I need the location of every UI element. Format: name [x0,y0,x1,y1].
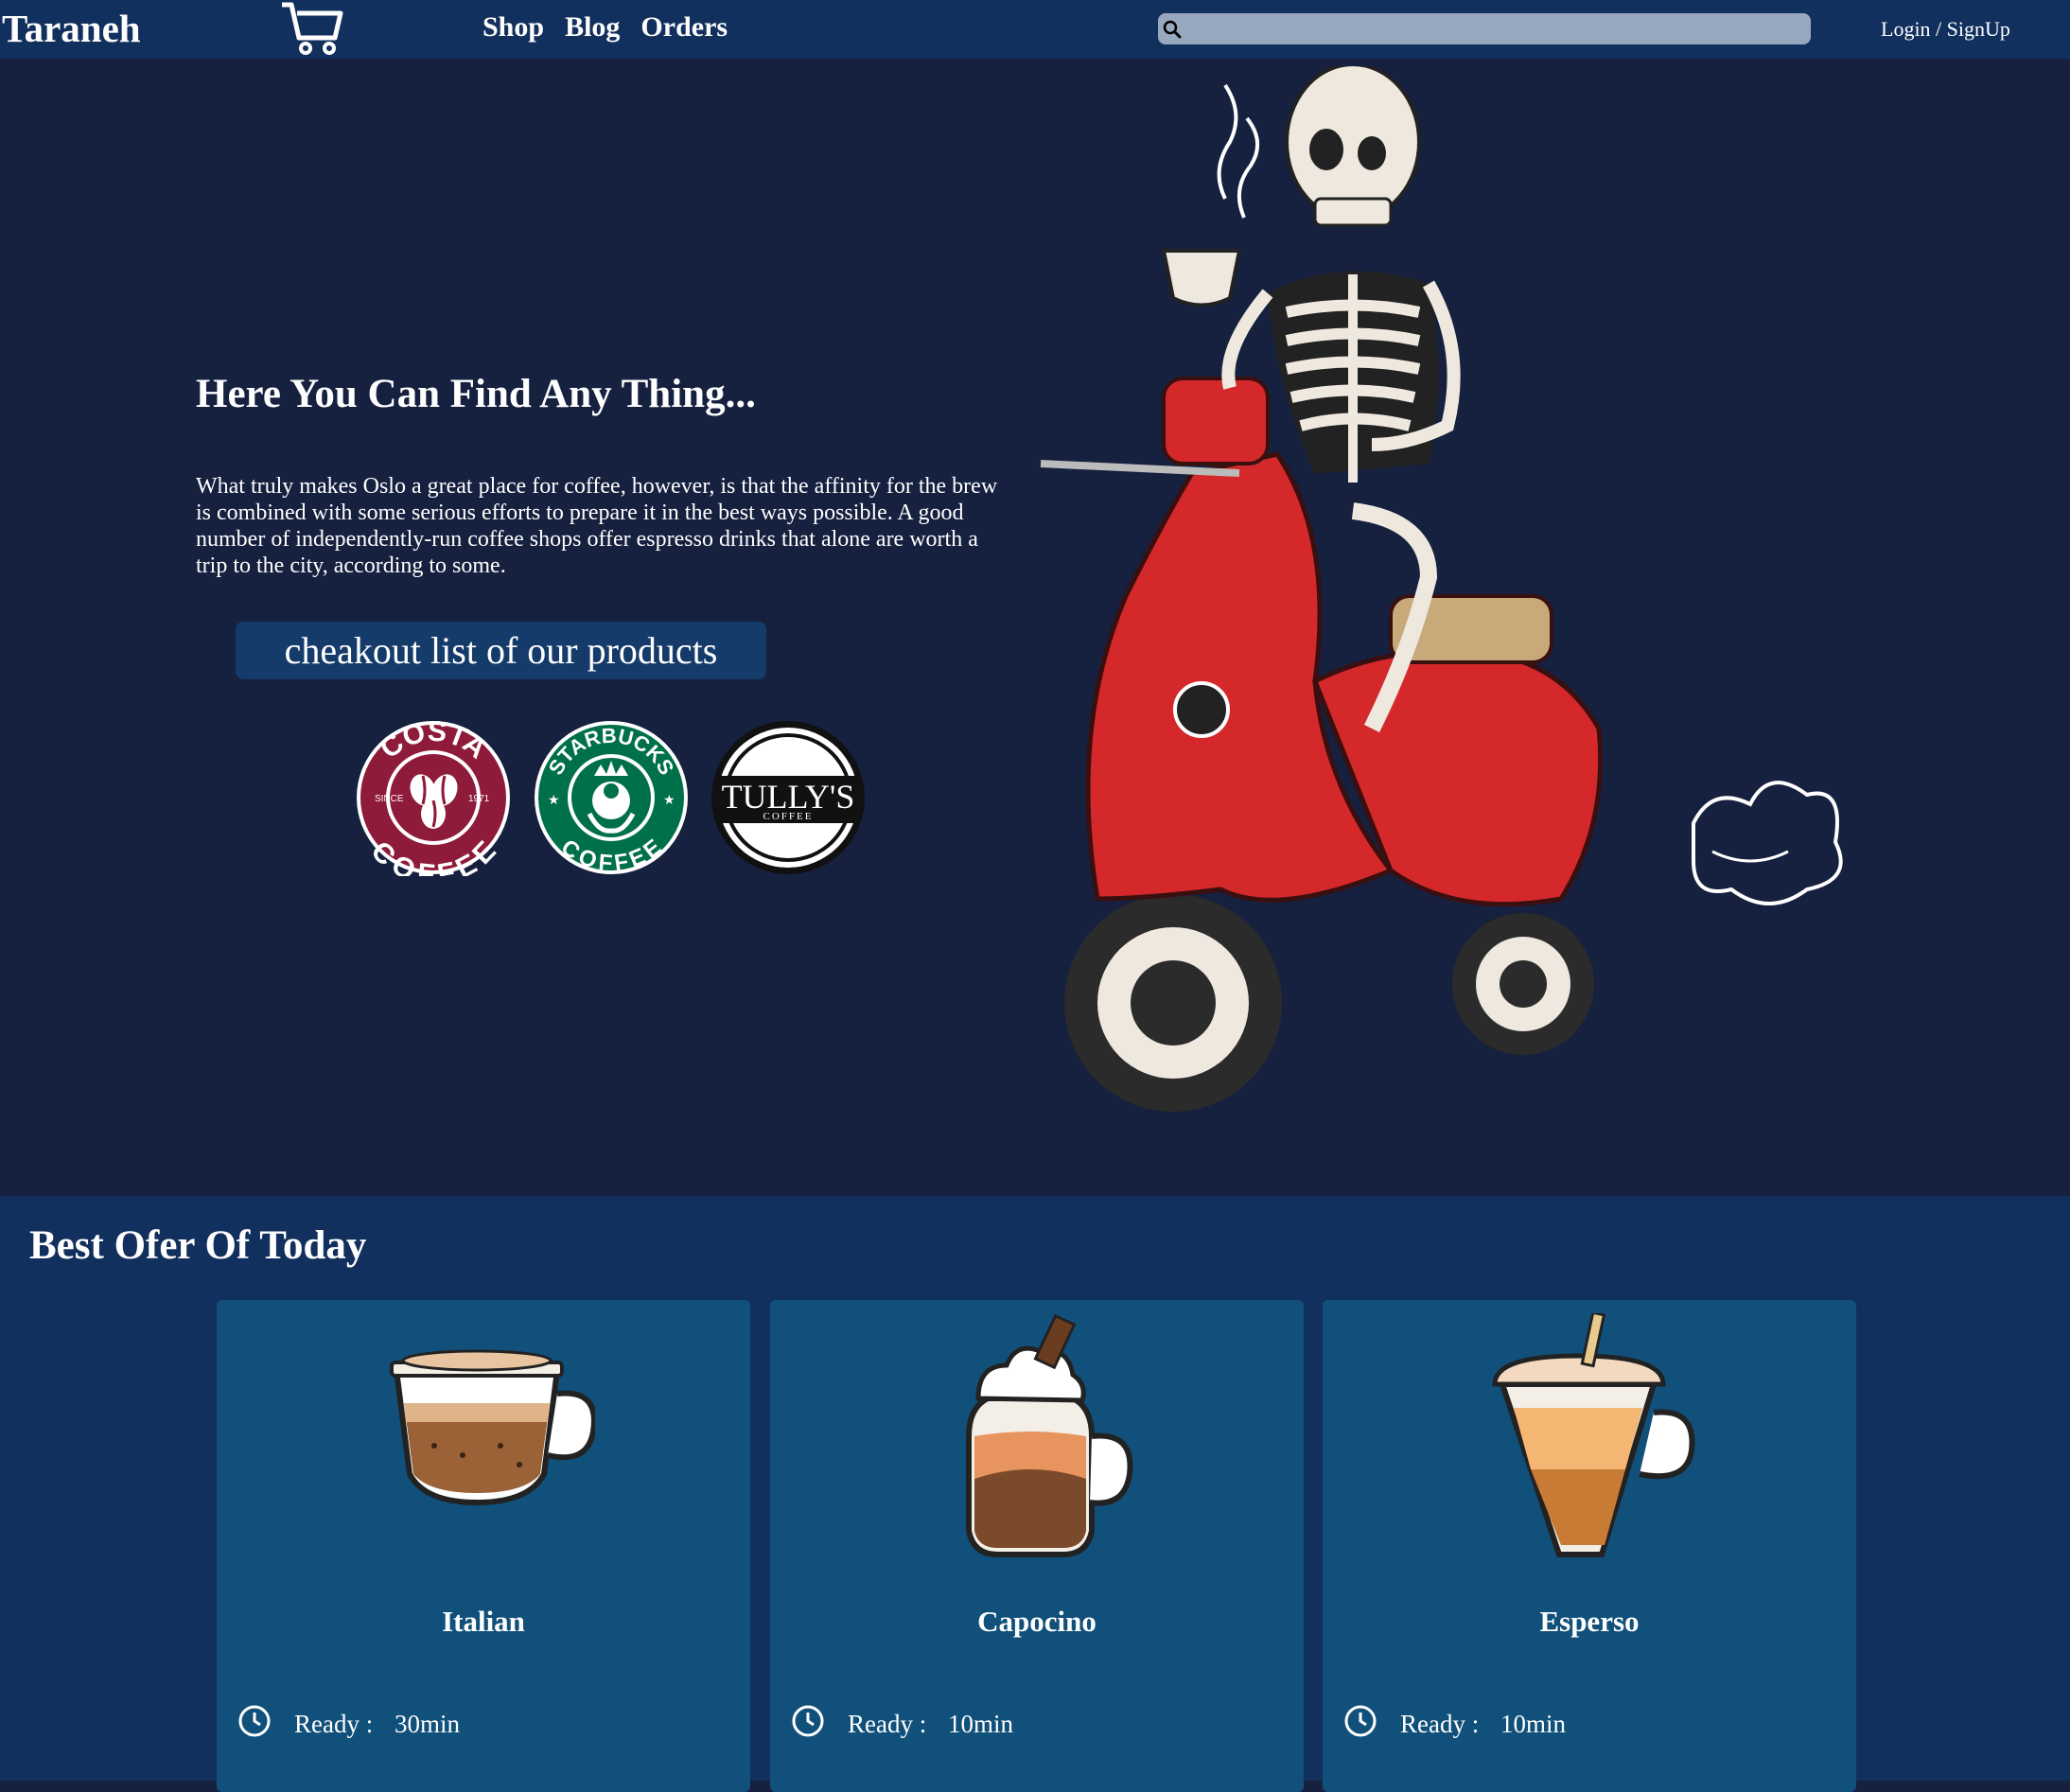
login-signup-link[interactable]: Login / SignUp [1881,17,2010,42]
search-bar[interactable] [1158,13,1811,46]
svg-text:★: ★ [548,794,560,808]
offers-section: Best Ofer Of Today Italian Ready : 30min [0,1196,2070,1792]
ready-time: 10min [1500,1710,1567,1738]
costa-coffee-logo[interactable]: COSTA COFFEE SINCE 1971 [355,719,512,876]
brand-logo[interactable]: Taraneh [2,6,141,51]
ready-label: Ready : [294,1710,374,1738]
skeleton-scooter-illustration [1040,66,1843,1112]
clock-icon [792,1705,824,1737]
nav-orders[interactable]: Orders [640,11,728,44]
clock-icon [238,1705,271,1737]
search-input[interactable] [1192,13,1801,46]
hero-title: Here You Can Find Any Thing... [196,372,756,416]
offer-name: Esperso [1539,1605,1640,1638]
tullys-sub: COFFEE [763,811,814,822]
offer-card-italian[interactable]: Italian Ready : 30min [217,1300,750,1792]
ready-time: 10min [948,1710,1014,1738]
cart-icon[interactable] [280,0,346,57]
offers-title: Best Ofer Of Today [29,1223,367,1268]
clock-icon [1344,1705,1377,1737]
espresso-glass-icon [1492,1313,1695,1557]
tullys-name: TULLY'S [722,778,855,816]
offer-card-capocino[interactable]: Capocino Ready : 10min [770,1300,1304,1792]
ready-time: 30min [395,1710,461,1738]
search-icon [1163,20,1182,39]
navbar: Taraneh 0 Shop Blog Orders Login / SignU… [0,0,2070,85]
offer-name: Italian [442,1605,525,1638]
italian-coffee-cup-icon [390,1349,595,1506]
offer-card-esperso[interactable]: Esperso Ready : 10min [1323,1300,1856,1792]
nav-links: Shop Blog Orders [482,11,728,44]
nav-shop[interactable]: Shop [482,11,544,44]
tullys-coffee-logo[interactable]: TULLY'S COFFEE [710,719,867,876]
ready-label: Ready : [1400,1710,1480,1738]
starbucks-logo[interactable]: STARBUCKS COFFEE ★ ★ [533,719,690,876]
offer-name: Capocino [977,1605,1096,1638]
products-list-button[interactable]: cheakout list of our products [236,622,766,679]
costa-year: 1971 [468,794,490,804]
svg-text:★: ★ [663,794,675,808]
nav-blog[interactable]: Blog [565,11,620,44]
costa-since: SINCE [375,794,404,804]
hero-text: What truly makes Oslo a great place for … [196,474,998,578]
ready-label: Ready : [848,1710,927,1738]
cappuccino-jar-icon [966,1313,1133,1557]
